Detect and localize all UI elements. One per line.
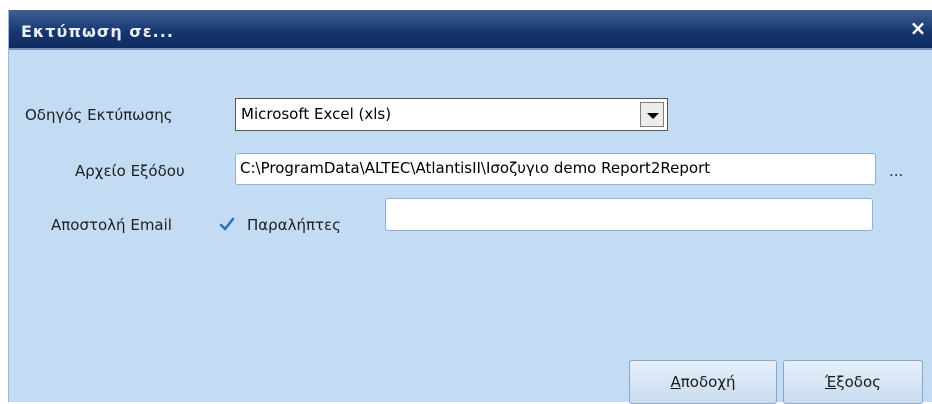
recipients-label: Παραλήπτες [247, 216, 341, 234]
accept-button[interactable]: Αποδοχή [629, 360, 777, 404]
driver-label: Οδηγός Εκτύπωσης [25, 106, 173, 124]
checkmark-icon [219, 217, 235, 231]
exit-mnemonic: Έ [825, 373, 837, 391]
output-file-input[interactable]: C:\ProgramData\ALTEC\AtlantisII\Ισοζυγιο… [235, 153, 876, 185]
exit-button[interactable]: Έξοδος [783, 360, 923, 404]
browse-button[interactable]: ... [889, 162, 903, 180]
send-email-label: Αποστολή Email [51, 216, 172, 234]
output-file-value: C:\ProgramData\ALTEC\AtlantisII\Ισοζυγιο… [240, 159, 711, 177]
send-email-checkbox[interactable] [219, 217, 235, 233]
window-title: Εκτύπωση σε... [21, 22, 174, 41]
close-icon: × [909, 16, 927, 40]
print-to-dialog: Εκτύπωση σε... × Οδηγός Εκτύπωσης Micros… [8, 10, 932, 404]
title-bar[interactable]: Εκτύπωση σε... × [9, 10, 932, 50]
accept-mnemonic: Α [670, 373, 681, 391]
close-button[interactable]: × [907, 16, 929, 40]
driver-select[interactable]: Microsoft Excel (xls) [235, 98, 668, 131]
accept-label: ποδοχή [680, 373, 736, 391]
exit-label: ξοδος [836, 373, 881, 391]
recipients-input[interactable] [385, 198, 873, 231]
driver-select-value: Microsoft Excel (xls) [241, 105, 392, 123]
chevron-down-icon[interactable] [640, 102, 664, 127]
output-file-label: Αρχείο Εξόδου [75, 162, 185, 180]
